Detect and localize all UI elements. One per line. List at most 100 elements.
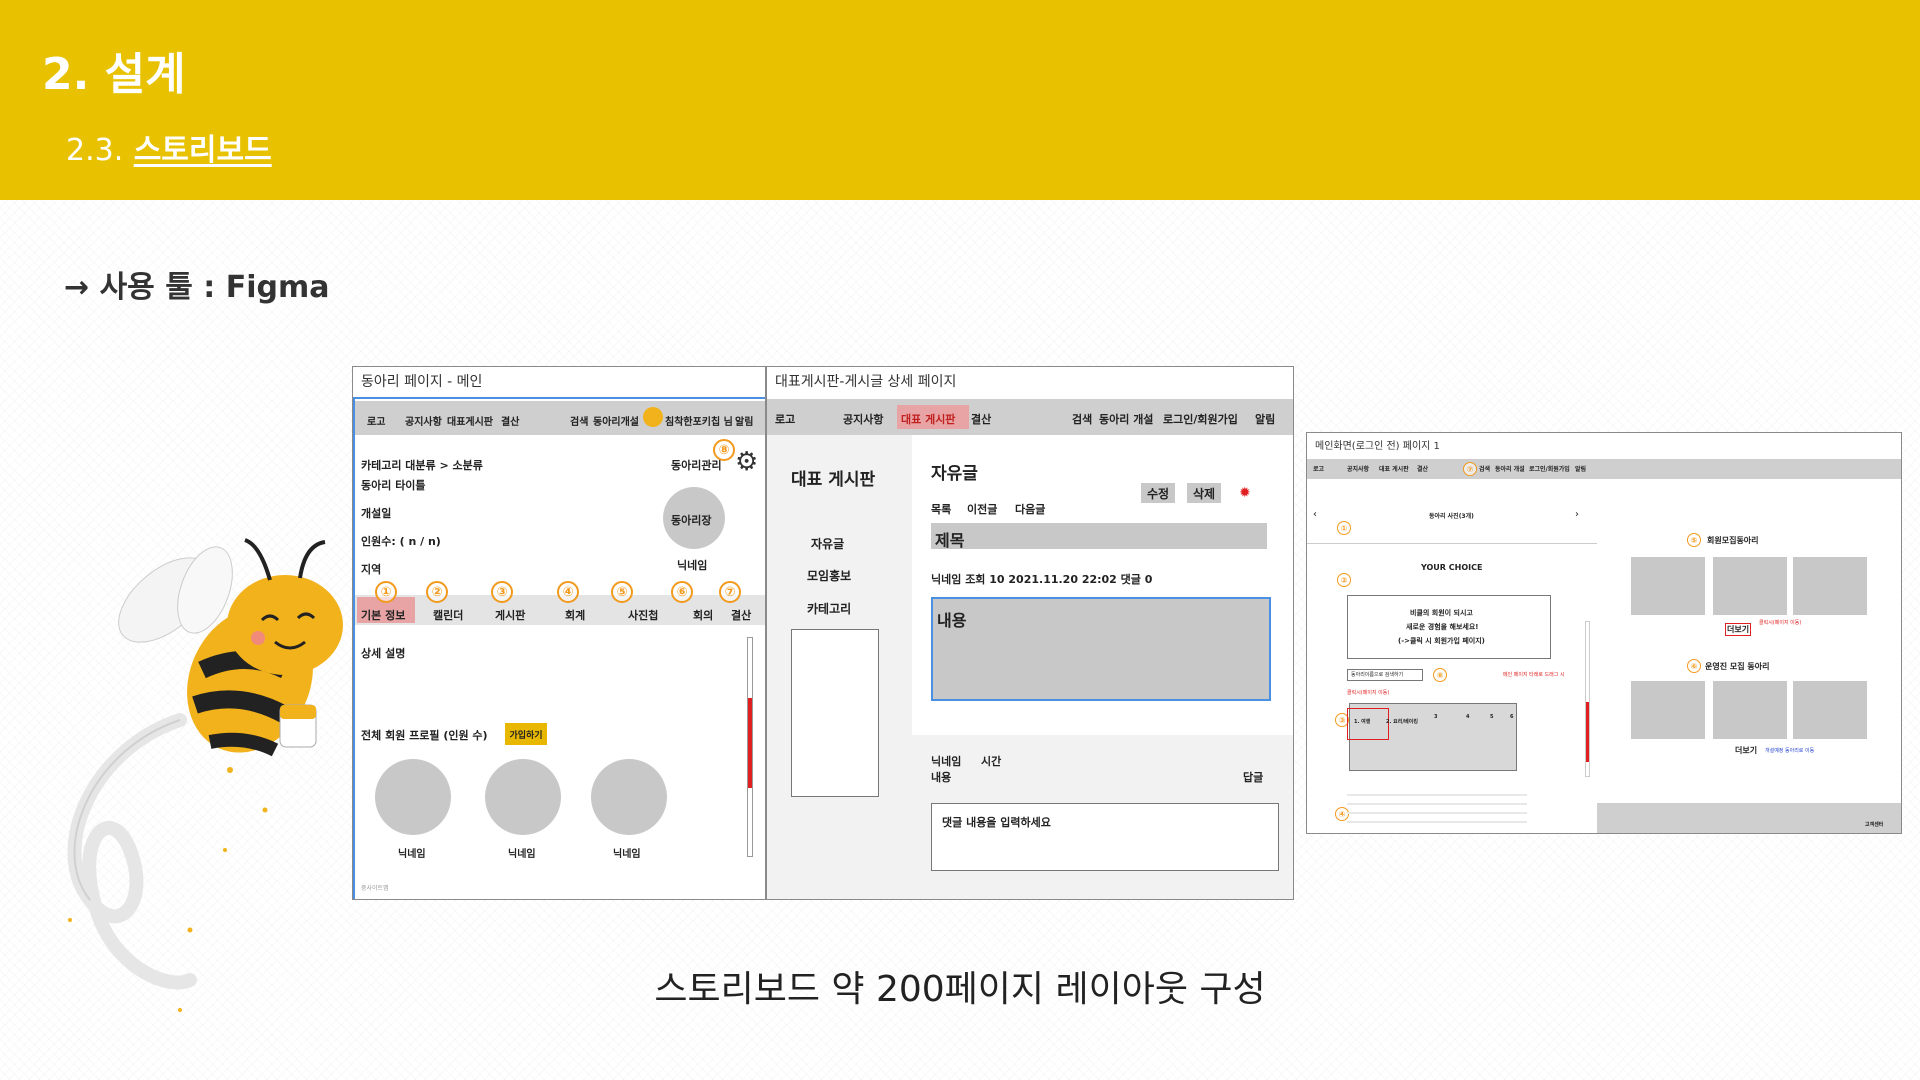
nav-search[interactable]: 검색 — [1072, 411, 1092, 427]
nav-logo[interactable]: 로고 — [775, 411, 795, 427]
tab-basic-info[interactable]: 기본 정보 — [361, 607, 405, 623]
member-name-3: 닉네임 — [613, 849, 641, 860]
recruit-card-1[interactable] — [1631, 557, 1705, 615]
running-card-2[interactable] — [1713, 681, 1787, 739]
promo-box[interactable]: 비클의 회원이 되시고 새로운 경험을 해보세요! (->클릭 시 회원가입 페… — [1347, 595, 1551, 659]
badge-2: ② — [1337, 573, 1351, 587]
nav-logo[interactable]: 로고 — [1313, 464, 1324, 473]
delete-button[interactable]: 삭제 — [1187, 483, 1221, 503]
comment-time: 시간 — [981, 755, 1002, 768]
nav-settle[interactable]: 결산 — [501, 413, 519, 428]
open-date: 개설일 — [361, 507, 392, 520]
tab-album[interactable]: 사진첩 — [628, 607, 658, 623]
cat-5[interactable]: 5 — [1490, 714, 1493, 720]
join-button[interactable]: 가입하기 — [505, 723, 547, 745]
tool-line: → 사용 툴 : Figma — [64, 270, 330, 305]
nav-alarm[interactable]: 알림 — [1575, 464, 1586, 473]
nav-create-club[interactable]: 동아리개설 — [593, 413, 639, 428]
nav-login[interactable]: 로그인/회원가입 — [1529, 464, 1570, 473]
scrollbar-thumb[interactable] — [1586, 702, 1589, 762]
nav-create-club[interactable]: 동아리 개설 — [1099, 411, 1153, 427]
nav-notice[interactable]: 공지사항 — [1347, 464, 1369, 473]
nav-board[interactable]: 대표 게시판 — [1379, 464, 1409, 473]
more-link[interactable]: 더보기 — [1725, 623, 1752, 636]
comment-placeholder: 댓글 내용을 입력하세요 — [942, 816, 1051, 829]
side-promo[interactable]: 모임홍보 — [807, 567, 851, 584]
search-by-name-label: 동아리이름으로 검색하기 — [1351, 672, 1404, 678]
running-card-1[interactable] — [1631, 681, 1705, 739]
carousel-prev[interactable]: ‹ — [1313, 509, 1317, 520]
edit-button[interactable]: 수정 — [1141, 483, 1175, 503]
region: 지역 — [361, 563, 382, 576]
nav-next[interactable]: 다음글 — [1015, 501, 1045, 517]
cat-2[interactable]: 2. 요리/베이킹 — [1386, 718, 1418, 725]
comment-input[interactable]: 댓글 내용을 입력하세요 — [931, 803, 1279, 871]
cat-3[interactable]: 3 — [1434, 714, 1437, 720]
nav-search[interactable]: 검색 — [1479, 464, 1490, 473]
scrollbar-thumb[interactable] — [748, 698, 752, 788]
carousel-next[interactable]: › — [1575, 509, 1579, 520]
nav-list[interactable]: 목록 — [931, 501, 951, 517]
member-avatar-1 — [375, 759, 451, 835]
nav-notice[interactable]: 공지사항 — [843, 411, 883, 427]
member-name-2: 닉네임 — [508, 849, 536, 860]
storyboard-club-main: 동아리 페이지 - 메인 로고 공지사항 대표게시판 결산 검색 동아리개설 침… — [352, 366, 766, 900]
cat-6[interactable]: 6 — [1510, 714, 1513, 720]
detail-label: 상세 설명 — [361, 647, 406, 660]
recruit-card-3[interactable] — [1793, 557, 1867, 615]
promo-line-3: (->클릭 시 회원가입 페이지) — [1398, 637, 1485, 645]
tab-board[interactable]: 게시판 — [495, 607, 525, 623]
nav-prev[interactable]: 이전글 — [967, 501, 997, 517]
tab-settlement[interactable]: 결산 — [731, 607, 751, 623]
panel-title: 동아리 페이지 - 메인 — [361, 374, 483, 390]
member-count: 인원수: ( n / n) — [361, 535, 441, 548]
nav-create-club[interactable]: 동아리 개설 — [1495, 464, 1525, 473]
section-title: 2. 설계 — [42, 49, 186, 100]
gear-icon[interactable]: ⚙ — [735, 447, 758, 477]
cat-4[interactable]: 4 — [1466, 714, 1469, 720]
post-content-box — [931, 597, 1271, 701]
badge-2: ② — [426, 581, 448, 603]
nav-search[interactable]: 검색 — [570, 413, 588, 428]
post-content: 내용 — [937, 611, 967, 630]
nav-board[interactable]: 대표 게시판 — [901, 411, 955, 427]
tab-accounting[interactable]: 회계 — [565, 607, 585, 623]
club-manage-link[interactable]: 동아리관리 — [671, 457, 722, 473]
nav-logo[interactable]: 로고 — [367, 413, 385, 428]
running-clubs-label: 운영진 모집 동아리 — [1705, 662, 1770, 671]
header-band — [0, 0, 1920, 200]
badge-7: ⑦ — [719, 581, 741, 603]
nav-login[interactable]: 로그인/회원가입 — [1163, 411, 1238, 427]
nav-alarm[interactable]: 알림 — [1255, 411, 1275, 427]
subsection-label: 스토리보드 — [133, 133, 272, 168]
nav-settle[interactable]: 결산 — [971, 411, 991, 427]
nav-user[interactable]: 침착한포키칩 님 — [665, 413, 733, 428]
nav-alarm[interactable]: 알림 — [735, 413, 753, 428]
siren-icon[interactable]: ✹ — [1239, 485, 1251, 501]
footer-bar: 고객센터 — [1597, 803, 1901, 833]
post-title: 제목 — [935, 531, 965, 550]
side-category[interactable]: 카테고리 — [807, 600, 851, 617]
scrollbar[interactable] — [747, 637, 753, 857]
scrollbar[interactable] — [1585, 621, 1590, 777]
customer-center[interactable]: 고객센터 — [1865, 821, 1883, 828]
storyboard-main-before-login: 메인화면(로그인 전) 페이지 1 로고 공지사항 대표 게시판 결산 ⑦ 검색… — [1306, 432, 1902, 834]
cat-1[interactable]: 1. 여행 — [1354, 718, 1370, 725]
footer-sitemap[interactable]: 중사이트맵 — [361, 883, 389, 892]
click-hint: 클릭시(페이지 이동) — [1347, 690, 1390, 696]
board-name: 대표 게시판 — [791, 470, 876, 490]
member-avatar-3 — [591, 759, 667, 835]
nav-settle[interactable]: 결산 — [1417, 464, 1428, 473]
more-link-2[interactable]: 더보기 — [1735, 745, 1757, 756]
tab-calendar[interactable]: 캘린더 — [433, 607, 463, 623]
nav-notice[interactable]: 공지사항 — [405, 413, 442, 428]
reply-link[interactable]: 답글 — [1243, 769, 1263, 785]
recruit-card-2[interactable] — [1713, 557, 1787, 615]
badge-1: ① — [1337, 521, 1351, 535]
promo-line-2: 새로운 경험을 해보세요! — [1406, 623, 1479, 631]
running-card-3[interactable] — [1793, 681, 1867, 739]
side-free[interactable]: 자유글 — [811, 535, 844, 552]
post-category: 자유글 — [931, 464, 978, 484]
tab-meeting[interactable]: 회의 — [693, 607, 713, 623]
nav-board[interactable]: 대표게시판 — [447, 413, 493, 428]
